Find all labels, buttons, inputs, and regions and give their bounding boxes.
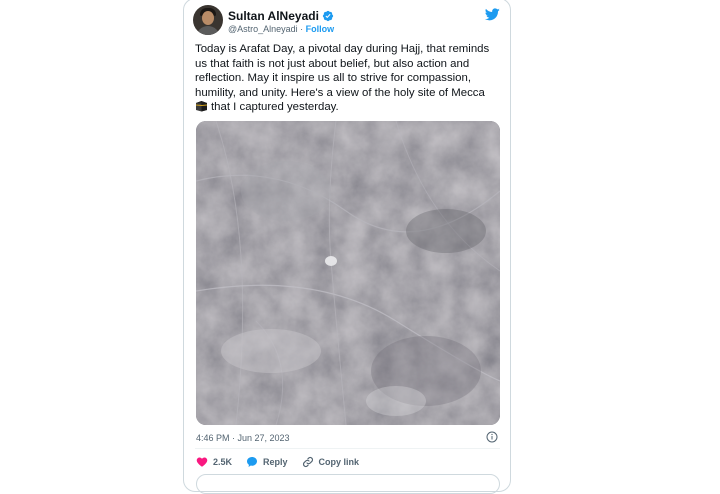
separator-dot: ·	[297, 24, 306, 34]
reply-label: Reply	[263, 457, 288, 467]
author-handle-row: @Astro_Alneyadi · Follow	[228, 24, 334, 34]
tweet-text-main: Today is Arafat Day, a pivotal day durin…	[195, 43, 490, 99]
tweet-text: Today is Arafat Day, a pivotal day durin…	[195, 42, 500, 115]
follow-button[interactable]: Follow	[306, 24, 335, 34]
divider	[195, 448, 500, 449]
heart-icon	[196, 457, 208, 467]
reply-button[interactable]: Reply	[246, 456, 288, 468]
twitter-bird-icon[interactable]	[485, 8, 500, 21]
copy-link-button[interactable]: Copy link	[302, 456, 360, 468]
author-display-name[interactable]: Sultan AlNeyadi	[228, 9, 319, 23]
avatar[interactable]	[193, 5, 223, 35]
like-count: 2.5K	[213, 457, 233, 467]
like-button[interactable]: 2.5K	[196, 456, 232, 468]
tweet-actions: 2.5K Reply Copy link	[196, 455, 373, 469]
info-icon[interactable]	[486, 431, 498, 443]
tweet-photo-mecca[interactable]	[196, 121, 500, 425]
verified-badge-icon	[322, 10, 334, 22]
kaaba-icon	[196, 101, 207, 112]
copy-link-label: Copy link	[318, 457, 360, 467]
read-replies-button[interactable]	[196, 474, 500, 494]
tweet-timestamp[interactable]: 4:46 PM · Jun 27, 2023	[196, 433, 290, 443]
author-name-row[interactable]: Sultan AlNeyadi	[228, 9, 334, 23]
author-handle[interactable]: @Astro_Alneyadi	[228, 24, 298, 34]
reply-bubble-icon	[247, 457, 258, 467]
tweet-text-tail: that I captured yesterday.	[211, 101, 339, 114]
link-icon	[302, 457, 313, 467]
